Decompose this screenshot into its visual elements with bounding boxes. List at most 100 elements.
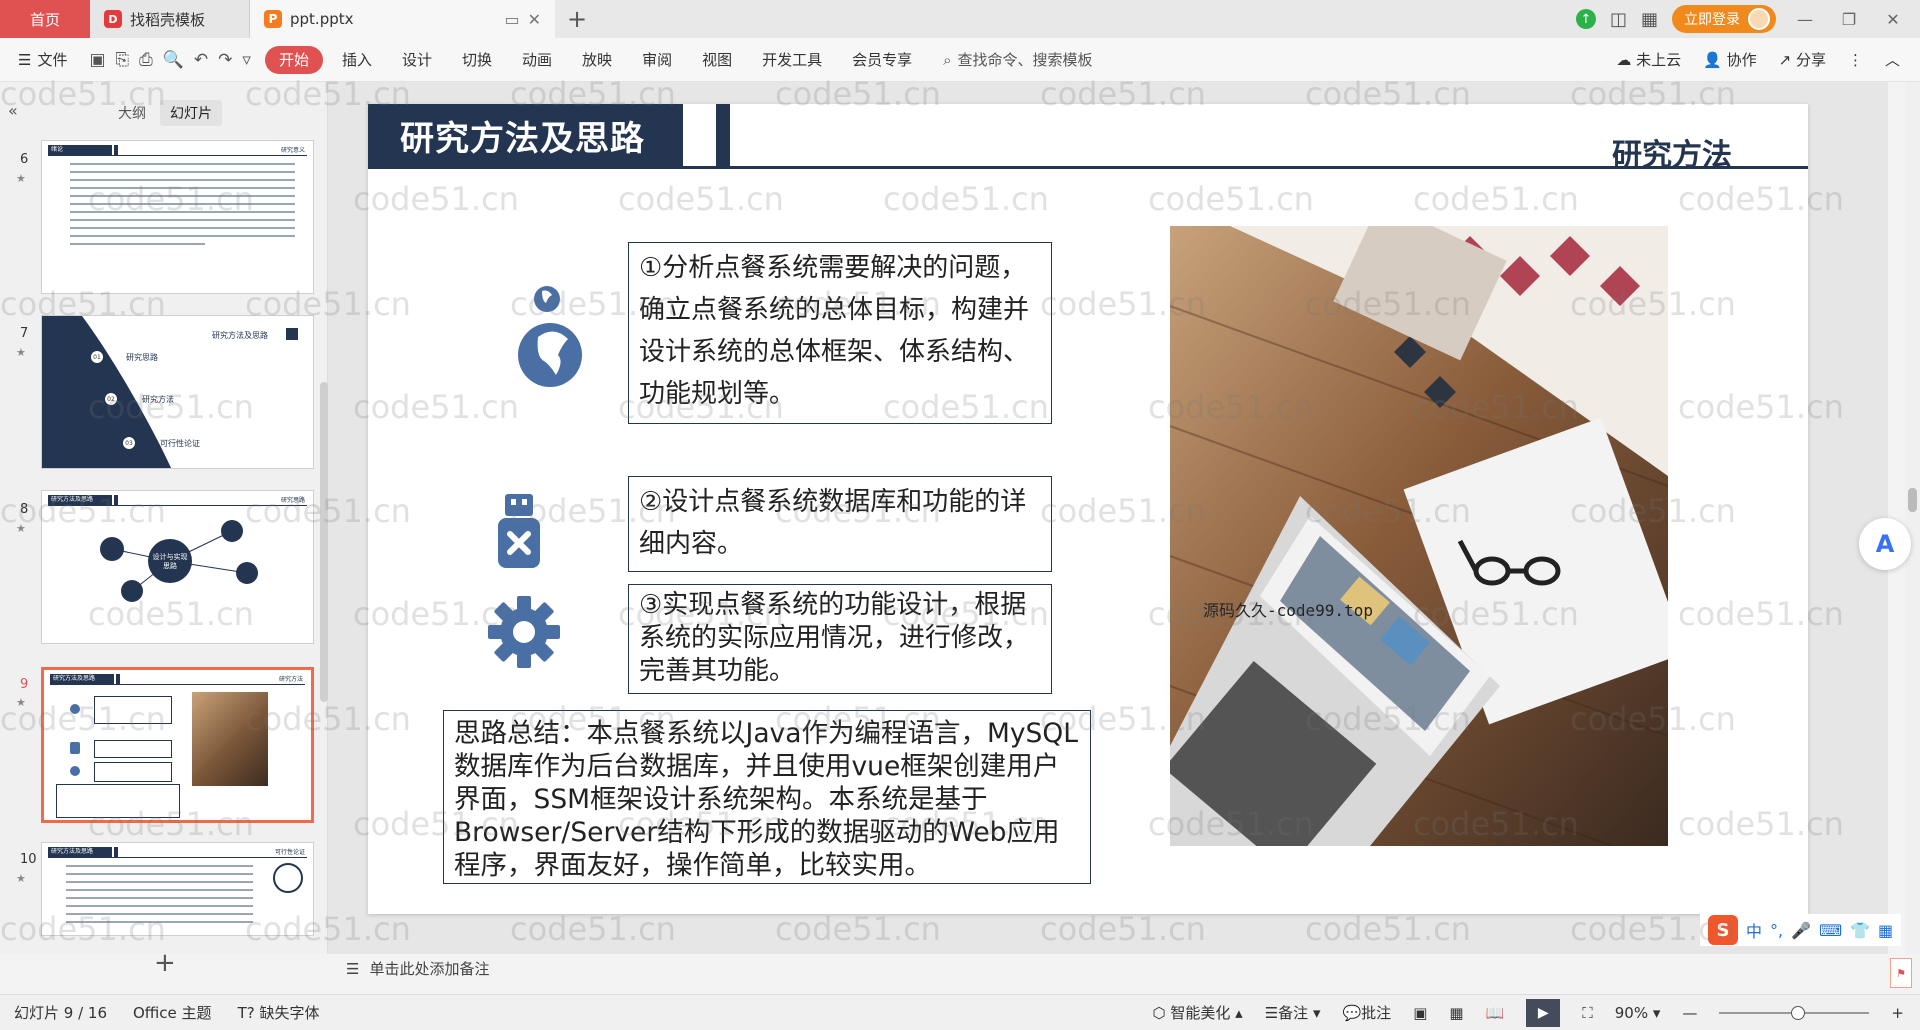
comments-label: 批注 <box>1361 1004 1392 1022</box>
tab-transition[interactable]: 切换 <box>447 46 507 74</box>
play-slideshow-button[interactable]: ▶ <box>1526 998 1561 1027</box>
new-tab-button[interactable]: + <box>555 0 599 38</box>
tab-design[interactable]: 设计 <box>387 46 447 74</box>
thumb-number: 9 <box>20 677 29 692</box>
file-menu[interactable]: ☰ 文件 <box>0 49 79 70</box>
print-icon[interactable]: ⎙ <box>139 50 153 70</box>
share-button[interactable]: ↗ 分享 <box>1779 49 1826 70</box>
slide-thumbnail-8[interactable]: 研究方法及思路 研究思路 设计与实现 思路 <box>41 490 314 644</box>
thumb-right-title: 可行性论证 <box>274 849 305 856</box>
close-window-icon[interactable]: ✕ <box>1878 10 1908 29</box>
export-icon[interactable]: ⎘ <box>116 50 130 70</box>
collapse-ribbon-icon[interactable]: ︿ <box>1885 49 1900 70</box>
canvas-scroll-thumb[interactable] <box>1908 488 1917 512</box>
sorter-view-icon[interactable]: ▦ <box>1449 1004 1463 1022</box>
theme-name[interactable]: Office 主题 <box>133 1002 212 1023</box>
tab-member[interactable]: 会员专享 <box>837 46 927 74</box>
reading-view-icon[interactable]: 📖 <box>1486 1004 1505 1022</box>
status-bar: 幻灯片 9 / 16 Office 主题 T? 缺失字体 ⬡ 智能美化 ▴ ☰备… <box>0 994 1920 1030</box>
tab-document[interactable]: P ppt.pptx ▭ ✕ <box>250 0 555 38</box>
keyboard-icon[interactable]: ⌨ <box>1819 921 1842 940</box>
zoom-slider-knob[interactable] <box>1791 1005 1806 1020</box>
slide-counter: 幻灯片 9 / 16 <box>14 1004 107 1022</box>
tab-developer[interactable]: 开发工具 <box>747 46 837 74</box>
cloud-status[interactable]: ☁ 未上云 <box>1616 49 1681 70</box>
skin-icon[interactable]: 👕 <box>1850 921 1870 940</box>
panel-scrollbar[interactable] <box>320 382 328 702</box>
collapse-panel-icon[interactable]: « <box>8 101 18 120</box>
slide-thumbnail-10[interactable]: 研究方法及思路 可行性论证 <box>41 842 314 936</box>
minimize-icon[interactable]: — <box>1790 10 1820 29</box>
tab-slides[interactable]: 幻灯片 <box>160 100 222 126</box>
summary-text: 思路总结：本点餐系统以Java作为编程语言，MySQL数据库作为后台数据库，并且… <box>454 718 1078 881</box>
command-search[interactable]: ⌕ 查找命令、搜索模板 <box>943 49 1092 70</box>
fit-window-icon[interactable]: ⛶ <box>1582 1004 1593 1022</box>
zoom-slider[interactable] <box>1719 1005 1870 1020</box>
ime-toolbar[interactable]: S 中 °, 🎤 ⌨ 👕 ▦ <box>1700 914 1902 946</box>
thumb-box <box>94 740 172 758</box>
comment-icon: 💬 <box>1342 1004 1362 1022</box>
bullet-box-3[interactable]: ③实现点餐系统的功能设计，根据系统的实际应用情况，进行修改，完善其功能。 <box>628 584 1052 694</box>
beautify-button[interactable]: ⬡ 智能美化 ▴ <box>1152 1002 1242 1023</box>
restore-icon[interactable]: ❐ <box>1834 10 1864 29</box>
slide-thumbnail-6[interactable]: 绪论 研究意义 <box>41 140 314 294</box>
more-icon[interactable]: ⋮ <box>1848 51 1863 69</box>
add-slide-button[interactable]: + <box>154 948 176 978</box>
grid-icon[interactable]: ▦ <box>1878 921 1893 940</box>
notes-area[interactable]: ☰ 单击此处添加备注 <box>346 958 489 979</box>
tab-home-label: 首页 <box>29 10 60 29</box>
zoom-level[interactable]: 90% ▾ <box>1615 1004 1661 1022</box>
thumb-number: 6 <box>20 152 29 167</box>
comments-toggle[interactable]: 💬批注 <box>1342 1002 1391 1023</box>
bullet-box-2[interactable]: ②设计点餐系统数据库和功能的详细内容。 <box>628 476 1052 572</box>
thumb-emblem <box>273 863 303 893</box>
print-preview-icon[interactable]: 🔍 <box>163 50 184 70</box>
thumb-icon <box>70 704 80 714</box>
star-icon: ★ <box>16 172 26 185</box>
canvas-scrollbar[interactable] <box>1905 82 1920 954</box>
punctuation-icon[interactable]: °, <box>1770 921 1783 940</box>
tab-home-ribbon[interactable]: 开始 <box>264 45 323 74</box>
chevron-down-icon[interactable]: ▿ <box>242 50 251 70</box>
collab-button[interactable]: 👤 协作 <box>1703 49 1756 70</box>
font-icon: T? <box>237 1004 255 1022</box>
upload-icon[interactable]: ↑ <box>1575 9 1596 29</box>
tab-outline[interactable]: 大纲 <box>108 100 156 126</box>
bullet-box-1[interactable]: ①分析点餐系统需要解决的问题，确立点餐系统的总体目标，构建并设计系统的总体框架、… <box>628 242 1052 424</box>
tab-insert[interactable]: 插入 <box>327 46 387 74</box>
title-rule <box>368 166 1808 169</box>
monitor-icon[interactable]: ▭ <box>504 10 519 29</box>
missing-font-button[interactable]: T? 缺失字体 <box>238 1002 320 1023</box>
summary-box[interactable]: 思路总结：本点餐系统以Java作为编程语言，MySQL数据库作为后台数据库，并且… <box>443 710 1091 884</box>
tab-docer-templates[interactable]: D 找稻壳模板 <box>90 0 250 38</box>
zoom-out-icon[interactable]: — <box>1682 1004 1697 1022</box>
thumb-item: 可行性论证 <box>160 439 200 448</box>
redo-icon[interactable]: ↷ <box>218 50 232 70</box>
slides-panel: « 大纲 幻灯片 6 ★ 绪论 研究意义 7 ★ 01 研究思路 02 研究方法… <box>0 82 328 978</box>
login-button-label: 立即登录 <box>1684 12 1740 28</box>
apps-grid-icon[interactable]: ▦ <box>1641 9 1658 30</box>
normal-view-icon[interactable]: ▣ <box>1413 1004 1427 1022</box>
slide-thumbnail-9[interactable]: 研究方法及思路 研究方法 <box>41 667 314 823</box>
flag-icon[interactable]: ⚑ <box>1890 958 1912 988</box>
tab-animation[interactable]: 动画 <box>507 46 567 74</box>
thumb-right-title: 研究方法及思路 <box>212 331 268 340</box>
ime-mode[interactable]: 中 <box>1746 918 1762 942</box>
microphone-icon[interactable]: 🎤 <box>1791 921 1811 940</box>
slide-9[interactable]: 研究方法及思路 研究方法 ①分析点餐系统需要解决的问题，确立点餐系统的总体目标，… <box>368 104 1808 914</box>
save-icon[interactable]: ▣ <box>89 50 105 70</box>
slide-thumbnail-7[interactable]: 01 研究思路 02 研究方法 03 可行性论证 研究方法及思路 <box>41 315 314 469</box>
notes-toggle-label: 备注 <box>1278 1004 1309 1022</box>
layout-icon[interactable]: ◫ <box>1610 9 1627 30</box>
login-button[interactable]: 立即登录 <box>1672 5 1776 33</box>
tab-view[interactable]: 视图 <box>687 46 747 74</box>
tab-review[interactable]: 审阅 <box>627 46 687 74</box>
zoom-in-icon[interactable]: + <box>1891 1004 1904 1022</box>
assistant-icon[interactable]: A <box>1859 518 1911 570</box>
tab-slideshow[interactable]: 放映 <box>567 46 627 74</box>
notes-toggle[interactable]: ☰备注 ▾ <box>1265 1002 1321 1023</box>
slide-title: 研究方法及思路 <box>368 104 683 166</box>
close-tab-icon[interactable]: ✕ <box>528 10 541 29</box>
undo-icon[interactable]: ↶ <box>194 50 208 70</box>
tab-home[interactable]: 首页 <box>0 0 90 38</box>
